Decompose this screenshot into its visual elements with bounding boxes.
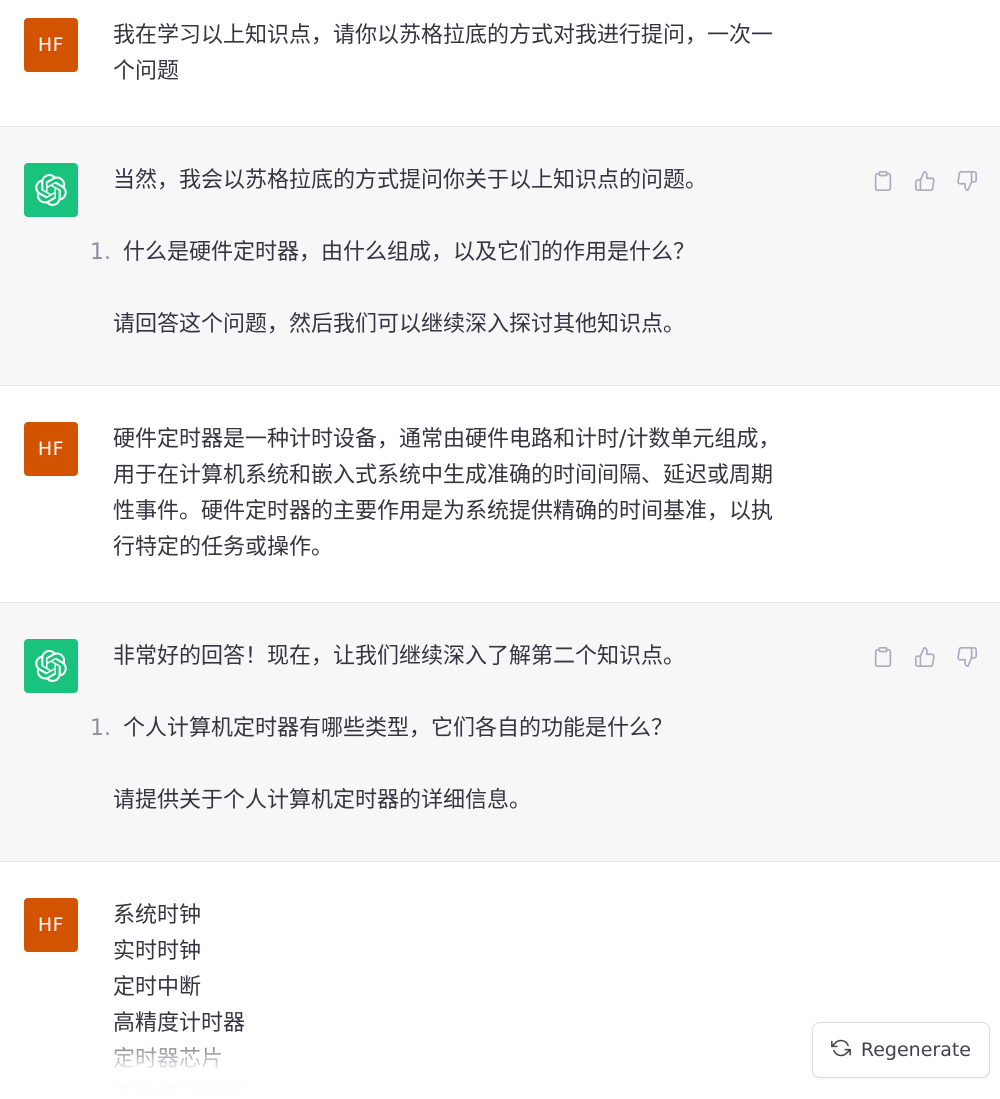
openai-logo-icon: [24, 639, 78, 693]
user-message-text: 我在学习以上知识点，请你以苏格拉底的方式对我进行提问，一次一 个问题: [113, 23, 774, 84]
message-text: 非常好的回答！现在，让我们继续深入了解第二个知识点。 1. 个人计算机定时器有哪…: [90, 639, 843, 819]
message-text: 当然，我会以苏格拉底的方式提问你关于以上知识点的问题。 1. 什么是硬件定时器，…: [90, 163, 843, 343]
user-message: HF 硬件定时器是一种计时设备，通常由硬件电路和计时/计数单元组成， 用于在计算…: [0, 386, 1000, 603]
user-avatar: HF: [24, 898, 78, 952]
assistant-intro-text: 当然，我会以苏格拉底的方式提问你关于以上知识点的问题。: [113, 168, 708, 193]
message-text: 系统时钟 实时时钟 定时中断 高精度计时器 定时器芯片 高性能计时器: [113, 898, 843, 1099]
list-item-text: 什么是硬件定时器，由什么组成，以及它们的作用是什么？: [123, 240, 696, 265]
refresh-icon: [830, 1038, 851, 1063]
list-number: 1.: [90, 240, 111, 265]
list-item: 1. 什么是硬件定时器，由什么组成，以及它们的作用是什么？: [90, 235, 843, 271]
list-item-text: 个人计算机定时器有哪些类型，它们各自的功能是什么？: [123, 716, 674, 741]
thumbs-up-icon[interactable]: [912, 168, 938, 194]
user-avatar: HF: [24, 422, 78, 476]
user-message-text: 系统时钟 实时时钟 定时中断 高精度计时器 定时器芯片 高性能计时器: [113, 903, 246, 1099]
assistant-outro-text: 请回答这个问题，然后我们可以继续深入探讨其他知识点。: [113, 312, 686, 337]
assistant-outro-text: 请提供关于个人计算机定时器的详细信息。: [113, 788, 532, 813]
chat-thread: HF 我在学习以上知识点，请你以苏格拉底的方式对我进行提问，一次一 个问题 当然…: [0, 0, 1000, 1099]
openai-logo-icon: [24, 163, 78, 217]
user-message: HF 我在学习以上知识点，请你以苏格拉底的方式对我进行提问，一次一 个问题: [0, 0, 1000, 127]
list-item: 1. 个人计算机定时器有哪些类型，它们各自的功能是什么？: [90, 711, 843, 747]
thumbs-up-icon[interactable]: [912, 644, 938, 670]
message-text: 我在学习以上知识点，请你以苏格拉底的方式对我进行提问，一次一 个问题: [113, 18, 843, 90]
regenerate-label: Regenerate: [860, 1039, 971, 1061]
assistant-intro-text: 非常好的回答！现在，让我们继续深入了解第二个知识点。: [113, 644, 686, 669]
assistant-message: 当然，我会以苏格拉底的方式提问你关于以上知识点的问题。 1. 什么是硬件定时器，…: [0, 127, 1000, 386]
clipboard-icon[interactable]: [870, 644, 896, 670]
user-message-text: 硬件定时器是一种计时设备，通常由硬件电路和计时/计数单元组成， 用于在计算机系统…: [113, 427, 781, 560]
list-number: 1.: [90, 716, 111, 741]
message-actions: [870, 644, 980, 670]
message-actions: [870, 168, 980, 194]
message-text: 硬件定时器是一种计时设备，通常由硬件电路和计时/计数单元组成， 用于在计算机系统…: [113, 422, 843, 566]
clipboard-icon[interactable]: [870, 168, 896, 194]
thumbs-down-icon[interactable]: [954, 644, 980, 670]
thumbs-down-icon[interactable]: [954, 168, 980, 194]
regenerate-button[interactable]: Regenerate: [811, 1022, 990, 1078]
assistant-message: 非常好的回答！现在，让我们继续深入了解第二个知识点。 1. 个人计算机定时器有哪…: [0, 603, 1000, 862]
user-avatar: HF: [24, 18, 78, 72]
